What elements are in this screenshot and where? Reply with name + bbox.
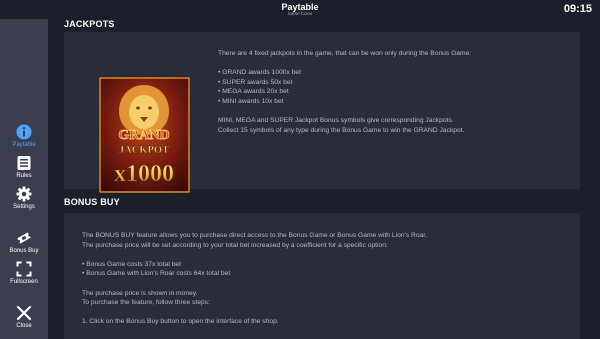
text-line (82, 279, 427, 289)
bonus-buy-panel: The BONUS BUY feature allows you to purc… (64, 213, 580, 339)
sidebar-item-fullscreen[interactable]: Fullscreen (0, 261, 48, 291)
jackpots-heading: JACKPOTS (64, 19, 115, 29)
sidebar-item-label: Settings (13, 204, 35, 210)
sidebar-item-label: Bonus Buy (9, 248, 39, 254)
text-line: • MINI awards 10x bet (218, 97, 284, 105)
fullscreen-icon (16, 261, 32, 277)
multiplier-text: x1000 (114, 161, 174, 187)
sidebar-item-label: Close (16, 323, 32, 329)
text-line (82, 250, 427, 260)
text-line: • GRAND awards 1000x bet (218, 69, 301, 77)
text-line: 1. Click on the Bonus Buy button to open… (82, 318, 279, 326)
info-icon (16, 124, 32, 140)
jackpots-description: There are 4 fixed jackpots in the game, … (218, 49, 471, 135)
jackpot-text: JACKPOT (119, 145, 169, 156)
text-line (82, 308, 427, 318)
text-line: The purchase price is shown in money. (82, 289, 198, 297)
rules-icon (17, 156, 31, 170)
game-name: Safari Coins (287, 11, 313, 16)
text-line: • SUPER awards 50x bet (218, 78, 293, 86)
clock: 09:15 (563, 3, 592, 15)
gear-icon (16, 186, 32, 202)
text-line: There are 4 fixed jackpots in the game, … (218, 50, 472, 57)
bonus-buy-heading: BONUS BUY (64, 197, 120, 207)
close-icon (16, 305, 32, 321)
top-bar: Paytable Safari Coins 09:15 (0, 0, 600, 19)
sidebar-item-label: Rules (16, 173, 32, 179)
text-line (218, 107, 471, 117)
grand-jackpot-image: GRAND JACKPOT x1000 (99, 77, 190, 193)
text-line: • MEGA awards 20x bet (218, 88, 289, 96)
sidebar-item-settings[interactable]: Settings (0, 186, 48, 216)
sidebar-item-label: Fullscreen (10, 279, 38, 285)
text-line: The BONUS BUY feature allows you to purc… (82, 232, 427, 239)
text-line: To purchase the feature, follow three st… (82, 299, 210, 307)
text-line: MINI, MEGA and SUPER Jackpot Bonus symbo… (218, 117, 454, 125)
text-line (218, 59, 471, 69)
text-line: • Bonus Game with Lion's Roar costs 64x … (82, 270, 231, 278)
sidebar: Paytable Rules Settings Bonus Buy Fullsc… (0, 19, 48, 339)
jackpots-panel: GRAND JACKPOT x1000 There are 4 fixed ja… (64, 32, 580, 193)
sidebar-item-close[interactable]: Close (0, 305, 48, 335)
sidebar-item-bonus-buy[interactable]: Bonus Buy (0, 230, 48, 260)
sidebar-item-paytable[interactable]: Paytable (0, 124, 48, 154)
sidebar-item-label: Paytable (12, 142, 36, 148)
text-line: The purchase price will be set according… (82, 241, 388, 249)
bonus-buy-description: The BONUS BUY feature allows you to purc… (82, 231, 427, 327)
text-line: Collect 15 symbols of any type during th… (218, 126, 465, 134)
paytable-content[interactable]: JACKPOTS GRAND JACKPOT x1000 There are 4… (48, 19, 600, 339)
ticket-icon (17, 232, 31, 244)
grand-text: GRAND (118, 128, 169, 143)
sidebar-item-rules[interactable]: Rules (0, 155, 48, 185)
text-line: • Bonus Game costs 37x total bet (82, 260, 181, 268)
